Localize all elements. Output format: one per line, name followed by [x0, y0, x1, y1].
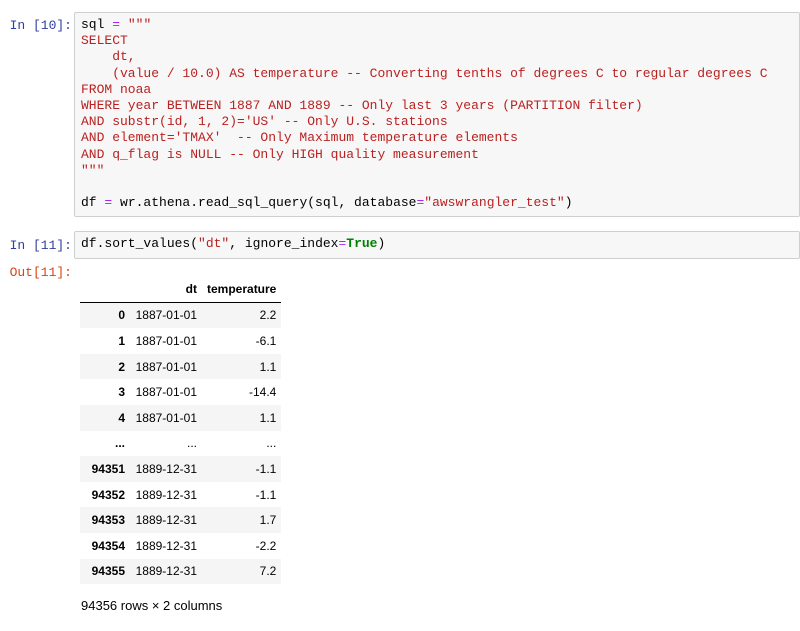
code-line: WHERE year BETWEEN 1887 AND 1889 -- Only… [81, 98, 793, 114]
code-token: , ignore_index [229, 236, 339, 251]
table-row: 4 1887-01-01 1.1 [80, 404, 282, 431]
code-token: (value / 10.0) AS temperature -- Convert… [81, 65, 768, 81]
table-row: 94352 1889-12-31 -1.1 [80, 482, 281, 508]
code-token: "awswrangler_test" [424, 195, 565, 211]
code-line: """ [81, 163, 793, 179]
code-token: AND q_flag is NULL -- Only HIGH quality … [81, 146, 479, 162]
cell-dt: 1887-01-01 [135, 359, 197, 374]
cell-temperature: 1.1 [259, 410, 277, 425]
cell-dt: 1889-12-31 [135, 487, 197, 502]
code-line: dt, [81, 49, 793, 65]
dataframe-shape: 94356 rows × 2 columns [81, 598, 223, 613]
cell-10-prompt: In [10]: [9, 18, 72, 33]
cell-dt: 1889-12-31 [135, 538, 197, 553]
row-index: 3 [118, 385, 125, 400]
code-token: df [81, 195, 105, 211]
code-token: df.sort_values( [81, 236, 199, 251]
code-token: WHERE year BETWEEN 1887 AND 1889 -- Only… [81, 98, 643, 114]
code-line: (value / 10.0) AS temperature -- Convert… [81, 66, 793, 82]
cell-dt: 1889-12-31 [135, 564, 197, 579]
code-line: AND substr(id, 1, 2)='US' -- Only U.S. s… [81, 114, 793, 130]
row-index: 2 [118, 359, 125, 374]
column-header-temperature: temperature [202, 276, 282, 303]
cell-dt: 1887-01-01 [135, 410, 197, 425]
table-header-row: dt temperature [80, 276, 282, 303]
code-token: sql [81, 17, 113, 32]
cell-temperature: 2.2 [259, 308, 277, 323]
index-header [80, 276, 130, 303]
row-index: 4 [118, 410, 125, 425]
code-token: AND substr(id, 1, 2)='US' -- Only U.S. s… [81, 114, 448, 130]
table-row: 94351 1889-12-31 -1.1 [80, 456, 282, 482]
row-index: 94353 [91, 513, 125, 528]
code-line: FROM noaa [81, 82, 793, 98]
code-token: ) [377, 236, 386, 251]
code-token: dt, [81, 49, 136, 65]
cell-temperature: ... [266, 436, 277, 451]
code-token: True [346, 236, 378, 251]
cell-dt: 1889-12-31 [135, 461, 197, 476]
dataframe-table: dt temperature 0 1887-01-01 2.2 1 1887-01-01… [80, 276, 282, 585]
code-token: """ [127, 17, 152, 32]
column-header-dt: dt [130, 276, 202, 303]
cell-dt: ... [186, 436, 197, 451]
cell-11-prompt: In [11]: [9, 238, 72, 253]
code-token: = [112, 17, 121, 32]
table-row: 94355 1889-12-31 7.2 [80, 558, 282, 585]
table-row: 94354 1889-12-31 -2.2 [80, 533, 281, 559]
cell-dt: 1887-01-01 [135, 333, 197, 348]
row-index: 94355 [91, 564, 125, 579]
code-token: ) [564, 195, 573, 211]
row-index: 94352 [91, 487, 125, 502]
cell-temperature: -2.2 [255, 538, 277, 553]
cell-temperature: -1.1 [255, 487, 277, 502]
cell-temperature: 1.1 [259, 359, 277, 374]
table-row: 3 1887-01-01 -14.4 [80, 379, 281, 405]
code-token: """ [81, 162, 105, 178]
row-index: 0 [118, 308, 125, 323]
cell-temperature: 7.2 [259, 564, 277, 579]
row-index: 94354 [91, 538, 125, 553]
code-token: FROM noaa [81, 81, 152, 97]
table-row: 1 1887-01-01 -6.1 [80, 328, 281, 354]
cell-temperature: -14.4 [249, 385, 277, 400]
output-11-prompt: Out[11]: [9, 265, 72, 280]
table-row: 94353 1889-12-31 1.7 [80, 507, 282, 533]
code-line: SELECT [81, 33, 793, 49]
code-line: AND q_flag is NULL -- Only HIGH quality … [81, 147, 793, 163]
row-index: 1 [118, 333, 125, 348]
row-index: 94351 [91, 461, 125, 476]
table-row: ......... [80, 431, 281, 457]
cell-dt: 1887-01-01 [135, 308, 197, 323]
code-line: AND element='TMAX' -- Only Maximum tempe… [81, 130, 793, 146]
code-token: "dt" [198, 236, 230, 251]
row-index: ... [114, 436, 125, 451]
cell-temperature: -6.1 [255, 333, 277, 348]
table-row: 2 1887-01-01 1.1 [80, 353, 282, 380]
cell-dt: 1889-12-31 [135, 513, 197, 528]
code-token: AND element='TMAX' -- Only Maximum tempe… [81, 130, 518, 146]
code-line: sql = """ [81, 17, 793, 33]
cell-10-code-editor[interactable]: sql = """ SELECT dt, (value / 10.0) AS te… [74, 12, 800, 217]
code-token: SELECT [81, 33, 128, 49]
cell-11-code-editor[interactable]: df.sort_values("dt", ignore_index=True) [74, 231, 800, 259]
cell-dt: 1887-01-01 [135, 385, 197, 400]
cell-temperature: 1.7 [259, 513, 277, 528]
cell-temperature: -1.1 [255, 461, 277, 476]
code-line: df = wr.athena.read_sql_query(sql, datab… [81, 195, 793, 211]
table-row: 0 1887-01-01 2.2 [80, 302, 282, 329]
code-token: wr.athena.read_sql_query(sql, database [112, 195, 417, 211]
code-line: df.sort_values("dt", ignore_index=True) [81, 236, 793, 252]
